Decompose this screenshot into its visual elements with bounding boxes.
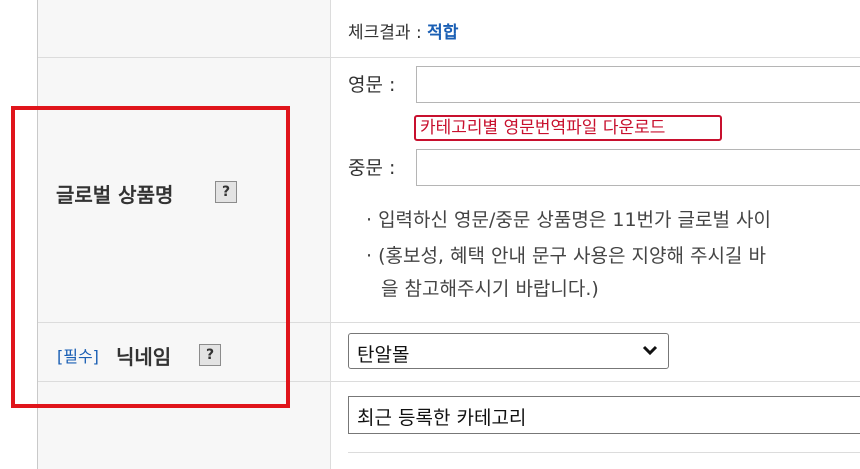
chinese-label: 중문 : <box>348 157 396 179</box>
nickname-selected-value: 탄알몰 <box>357 344 410 366</box>
highlight-annotation-box <box>11 106 290 408</box>
chevron-down-icon <box>642 345 658 356</box>
category-translation-download-button[interactable]: 카테고리별 영문번역파일 다운로드 <box>414 115 722 141</box>
row-divider <box>348 452 860 453</box>
notice-line: · (홍보성, 혜택 안내 문구 사용은 지양해 주시길 바 <box>366 245 766 267</box>
category-selected-value: 최근 등록한 카테고리 <box>357 407 527 429</box>
check-result-label: 체크결과 : <box>348 23 428 43</box>
check-result-row: 체크결과 : 적합 <box>348 18 458 43</box>
notice-line: · 입력하신 영문/중문 상품명은 11번가 글로벌 사이 <box>366 209 771 231</box>
nickname-select[interactable]: 탄알몰 <box>348 333 669 369</box>
english-label: 영문 : <box>348 74 396 96</box>
check-result-value: 적합 <box>427 23 459 43</box>
notice-line: 을 참고해주시기 바랍니다.) <box>381 278 599 300</box>
english-name-input[interactable] <box>416 66 860 103</box>
chinese-name-input[interactable] <box>416 149 860 186</box>
column-divider <box>330 0 331 469</box>
row-divider <box>38 57 860 58</box>
category-select[interactable]: 최근 등록한 카테고리 <box>348 396 860 434</box>
